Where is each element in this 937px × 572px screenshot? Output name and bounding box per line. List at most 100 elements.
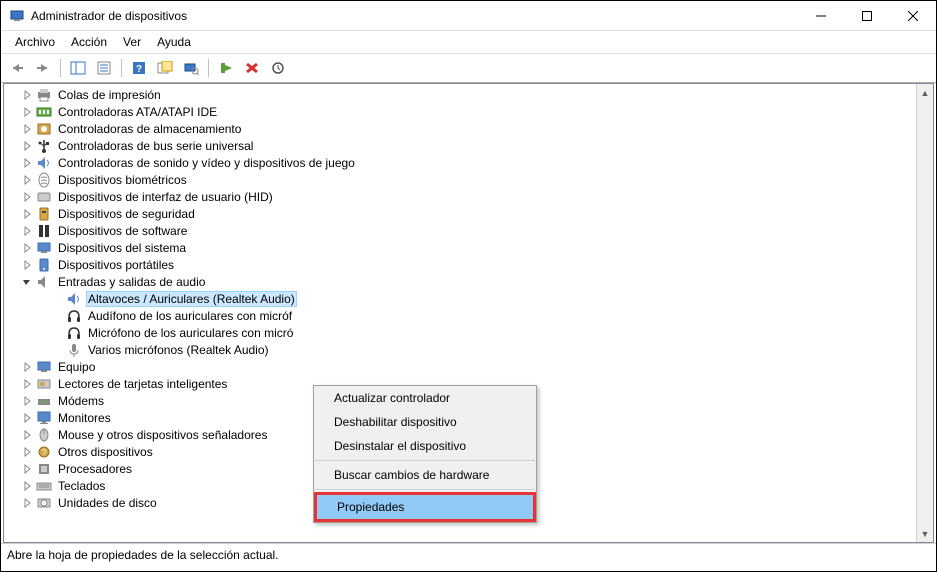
arrow-closed-icon[interactable] xyxy=(22,141,36,151)
tree-item-label: Dispositivos del sistema xyxy=(56,240,188,256)
printer-icon xyxy=(36,87,52,103)
arrow-closed-icon[interactable] xyxy=(22,260,36,270)
arrow-closed-icon[interactable] xyxy=(22,379,36,389)
tree-item[interactable]: Audífono de los auriculares con micróf xyxy=(4,307,933,324)
context-uninstall[interactable]: Desinstalar el dispositivo xyxy=(314,434,536,458)
tree-item-label: Mouse y otros dispositivos señaladores xyxy=(56,427,269,443)
arrow-closed-icon[interactable] xyxy=(22,158,36,168)
minimize-button[interactable] xyxy=(798,1,844,31)
arrow-closed-icon[interactable] xyxy=(22,464,36,474)
biometric-icon xyxy=(36,172,52,188)
scan-button[interactable] xyxy=(179,57,203,79)
tree-item[interactable]: Equipo xyxy=(4,358,933,375)
status-text: Abre la hoja de propiedades de la selecc… xyxy=(7,548,279,562)
tree-item-label: Dispositivos portátiles xyxy=(56,257,176,273)
tree-item[interactable]: Varios micrófonos (Realtek Audio) xyxy=(4,341,933,358)
arrow-closed-icon[interactable] xyxy=(22,124,36,134)
content-frame: Colas de impresiónControladoras ATA/ATAP… xyxy=(3,83,934,543)
tree-item[interactable]: Dispositivos biométricos xyxy=(4,171,933,188)
tree-item[interactable]: Entradas y salidas de audio xyxy=(4,273,933,290)
tree-item[interactable]: Dispositivos de seguridad xyxy=(4,205,933,222)
arrow-closed-icon[interactable] xyxy=(22,243,36,253)
uninstall-button[interactable] xyxy=(240,57,264,79)
svg-text:?: ? xyxy=(136,64,142,75)
system-icon xyxy=(36,240,52,256)
tree-item[interactable]: Controladoras ATA/ATAPI IDE xyxy=(4,103,933,120)
computer-icon xyxy=(36,359,52,375)
arrow-closed-icon[interactable] xyxy=(22,226,36,236)
forward-button[interactable] xyxy=(31,57,55,79)
tree-item-label: Micrófono de los auriculares con micró xyxy=(86,325,295,341)
titlebar: Administrador de dispositivos xyxy=(1,1,936,31)
scrollbar-vertical[interactable]: ▲ ▼ xyxy=(916,84,933,542)
context-sep xyxy=(315,489,535,490)
context-scan[interactable]: Buscar cambios de hardware xyxy=(314,463,536,487)
context-sep xyxy=(315,460,535,461)
context-disable[interactable]: Deshabilitar dispositivo xyxy=(314,410,536,434)
portable-icon xyxy=(36,257,52,273)
tree-item[interactable]: Micrófono de los auriculares con micró xyxy=(4,324,933,341)
update-button[interactable] xyxy=(266,57,290,79)
action-button[interactable] xyxy=(153,57,177,79)
tree-item[interactable]: Dispositivos de interfaz de usuario (HID… xyxy=(4,188,933,205)
tree-item[interactable]: Dispositivos portátiles xyxy=(4,256,933,273)
arrow-closed-icon[interactable] xyxy=(22,107,36,117)
software-icon xyxy=(36,223,52,239)
show-hide-button[interactable] xyxy=(66,57,90,79)
arrow-closed-icon[interactable] xyxy=(22,447,36,457)
speaker-icon xyxy=(66,291,82,307)
tree-item-label: Dispositivos de interfaz de usuario (HID… xyxy=(56,189,275,205)
cpu-icon xyxy=(36,461,52,477)
menu-ayuda[interactable]: Ayuda xyxy=(149,33,199,51)
arrow-closed-icon[interactable] xyxy=(22,209,36,219)
statusbar: Abre la hoja de propiedades de la selecc… xyxy=(1,543,936,565)
context-update[interactable]: Actualizar controlador xyxy=(314,386,536,410)
tree-item[interactable]: Dispositivos del sistema xyxy=(4,239,933,256)
app-icon xyxy=(9,8,25,24)
tree-item[interactable]: Controladoras de almacenamiento xyxy=(4,120,933,137)
modem-icon xyxy=(36,393,52,409)
tree-item-label: Módems xyxy=(56,393,106,409)
tree-item[interactable]: Dispositivos de software xyxy=(4,222,933,239)
arrow-closed-icon[interactable] xyxy=(22,430,36,440)
tree-item-label: Procesadores xyxy=(56,461,134,477)
tree-item-label: Unidades de disco xyxy=(56,495,159,511)
arrow-open-icon[interactable] xyxy=(22,277,36,287)
scroll-down-icon[interactable]: ▼ xyxy=(917,525,933,542)
other-icon: ? xyxy=(36,444,52,460)
maximize-button[interactable] xyxy=(844,1,890,31)
tree-item[interactable]: Controladoras de bus serie universal xyxy=(4,137,933,154)
arrow-closed-icon[interactable] xyxy=(22,90,36,100)
cardreader-icon xyxy=(36,376,52,392)
tree-item-label: Dispositivos biométricos xyxy=(56,172,189,188)
arrow-closed-icon[interactable] xyxy=(22,481,36,491)
svg-text:?: ? xyxy=(42,448,47,457)
back-button[interactable] xyxy=(5,57,29,79)
tree-item-label: Lectores de tarjetas inteligentes xyxy=(56,376,229,392)
tree-item-label: Dispositivos de seguridad xyxy=(56,206,197,222)
headphone-icon xyxy=(66,325,82,341)
arrow-closed-icon[interactable] xyxy=(22,192,36,202)
tree-item-label: Altavoces / Auriculares (Realtek Audio) xyxy=(86,291,297,307)
help-button[interactable]: ? xyxy=(127,57,151,79)
close-button[interactable] xyxy=(890,1,936,31)
tree-item[interactable]: Colas de impresión xyxy=(4,86,933,103)
scroll-up-icon[interactable]: ▲ xyxy=(917,84,933,101)
menu-accion[interactable]: Acción xyxy=(63,33,115,51)
arrow-closed-icon[interactable] xyxy=(22,175,36,185)
usb-icon xyxy=(36,138,52,154)
tree-item-label: Controladoras de sonido y vídeo y dispos… xyxy=(56,155,357,171)
menu-archivo[interactable]: Archivo xyxy=(7,33,63,51)
context-properties[interactable]: Propiedades xyxy=(317,495,533,519)
properties-button[interactable] xyxy=(92,57,116,79)
arrow-closed-icon[interactable] xyxy=(22,362,36,372)
tree-item[interactable]: Controladoras de sonido y vídeo y dispos… xyxy=(4,154,933,171)
menu-ver[interactable]: Ver xyxy=(115,33,149,51)
tree-item[interactable]: Altavoces / Auriculares (Realtek Audio) xyxy=(4,290,933,307)
enable-button[interactable] xyxy=(214,57,238,79)
arrow-closed-icon[interactable] xyxy=(22,498,36,508)
arrow-closed-icon[interactable] xyxy=(22,396,36,406)
arrow-closed-icon[interactable] xyxy=(22,413,36,423)
tree-item-label: Equipo xyxy=(56,359,97,375)
keyboard-icon xyxy=(36,478,52,494)
